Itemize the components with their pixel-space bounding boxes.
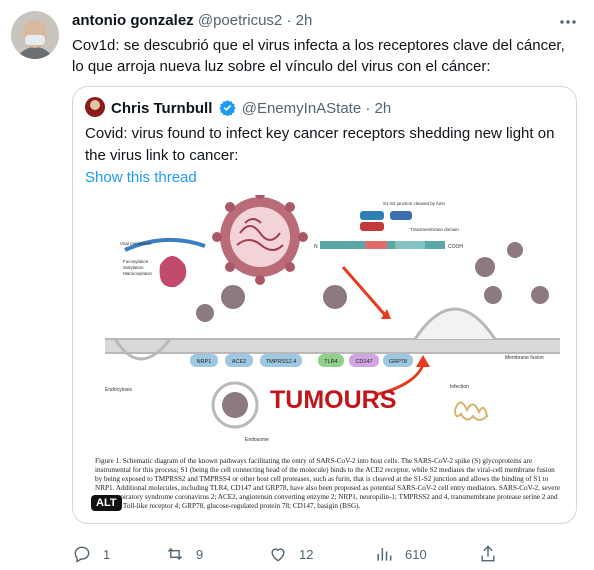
retweet-count: 9 [196,547,204,562]
receptor-grp78: GRP78 [389,359,407,365]
reply-icon [74,546,90,563]
author-avatar[interactable] [11,11,59,59]
label-sialylation: Sialylation [123,265,144,270]
tweet-actions: 1 9 12 610 [72,544,502,566]
figure-caption: Figure 1. Schematic diagram of the known… [95,457,561,510]
author-name[interactable]: antonio gonzalez [72,12,194,29]
quoted-author-name[interactable]: Chris Turnbull [111,100,212,117]
receptor-cd147: CD147 [355,359,372,365]
show-thread-link[interactable]: Show this thread [85,169,197,186]
quoted-tweet-header: Chris Turnbull @EnemyInAState · 2h [111,99,391,117]
virus-cross-section [212,195,308,285]
more-icon[interactable] [558,12,578,32]
receptor-ace2: ACE2 [232,359,246,365]
label-mannosylation: Mannosylation [123,271,153,276]
label-transmembrane-domain: Transmembrane domain [410,227,459,232]
views-icon [377,548,392,561]
views-count: 610 [405,547,427,562]
quoted-tweet-text: Covid: virus found to infect key cancer … [85,125,555,164]
label-endocytosis: Endocytosis [105,387,132,393]
tweet-time[interactable]: 2h [296,12,313,29]
like-icon [271,548,285,562]
quoted-header-separator: · [365,100,371,117]
label-s1s2-junction: S1-S2 junction cleaved by furin [383,201,446,206]
author-handle[interactable]: @poetricus2 [198,12,282,29]
retweet-button[interactable]: 9 [165,544,225,564]
views-button[interactable]: 610 [374,544,444,564]
quoted-author-avatar[interactable] [85,97,105,117]
annotation-arrow-down [341,266,387,316]
receptor-nrp1: NRP1 [197,359,212,365]
header-separator: · [286,12,292,29]
label-viral-membrane: Viral membrane [120,241,152,246]
retweet-icon [167,547,183,561]
tumours-annotation: TUMOURS [270,386,396,414]
label-cooh: COOH [448,244,463,250]
receptor-tlr4: TLR4 [324,359,337,365]
label-infection: Infection [450,384,469,390]
reply-button[interactable]: 1 [72,544,132,564]
tweet-text: Cov1d: se descubrió que el virus infecta… [72,37,565,75]
tweet-header: antonio gonzalez @poetricus2 · 2h [72,12,312,29]
like-count: 12 [299,547,314,562]
label-fucosylation: Fucosylation [123,259,149,264]
quoted-tweet-time[interactable]: 2h [375,100,392,117]
reply-count: 1 [103,547,111,562]
quoted-author-handle[interactable]: @EnemyInAState [242,100,361,117]
label-membrane-fusion: Membrane fusion [505,355,544,361]
share-icon [481,545,495,562]
attached-figure-image[interactable]: N COOH S1-S2 junction cleaved by furin T… [85,195,565,513]
receptor-tmprss2-4: TMPRSS2.4 [266,359,297,365]
quoted-tweet[interactable]: Chris Turnbull @EnemyInAState · 2h Covid… [72,86,577,524]
share-button[interactable] [478,544,502,564]
alt-text-badge[interactable]: ALT [91,495,122,511]
tweet[interactable]: antonio gonzalez @poetricus2 · 2h Cov1d:… [0,0,594,570]
label-endosome: Endosome [245,437,269,443]
like-button[interactable]: 12 [268,544,328,564]
label-n: N [314,244,318,250]
verified-badge-icon [218,99,236,117]
